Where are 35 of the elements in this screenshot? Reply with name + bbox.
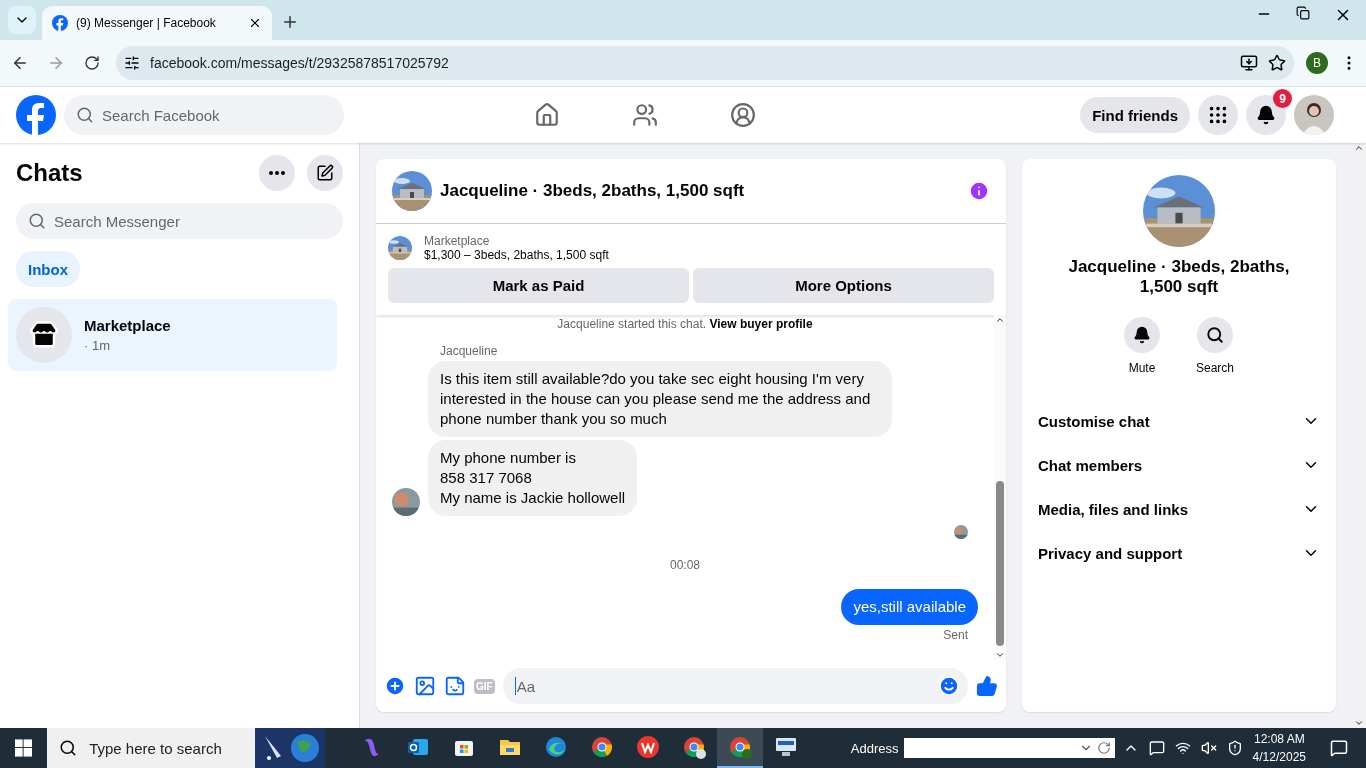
listing-action-button[interactable]: Mark as Paid: [388, 268, 689, 303]
search-field[interactable]: Search Messenger: [16, 203, 343, 239]
taskbar-search[interactable]: Type here to search: [47, 728, 325, 768]
message-bubble: My phone number is 858 317 7068 My name is Jackie hollowell: [428, 440, 638, 516]
profile-avatar[interactable]: B: [1306, 52, 1328, 74]
chat-title: Jacqueline · 3beds, 2baths, 1,500 sqft: [440, 181, 746, 201]
delivery-status: Sent: [943, 628, 968, 642]
timestamp: 00:08: [669, 558, 701, 572]
sender-name: Jacqueline: [440, 344, 499, 358]
address-bar[interactable]: facebook.com/messages/t/29325878517025792: [116, 46, 1294, 80]
filter-tab[interactable]: Inbox: [16, 251, 80, 287]
address-label: Address: [850, 740, 899, 756]
listing-source: Marketplace: [424, 234, 491, 248]
conversation-name: Marketplace: [84, 317, 171, 334]
tab-title: (9) Messenger | Facebook: [76, 16, 217, 30]
buyer-profile-link[interactable]: View buyer profile: [709, 317, 813, 331]
find-friends-button[interactable]: Find friends: [1080, 97, 1190, 133]
listing-action-button[interactable]: More Options: [693, 268, 994, 303]
contact-title: Jacqueline · 3beds, 2baths, 1,500 sqft: [1067, 257, 1291, 297]
conversation-time: · 1m: [84, 338, 111, 353]
system-note: Jacqueline started this chat. View buyer profile: [556, 317, 814, 331]
settings-section[interactable]: Privacy and support: [1038, 531, 1320, 575]
browser-tab[interactable]: (9) Messenger | Facebook: [42, 6, 272, 40]
chats-heading: Chats: [16, 159, 84, 187]
conversation-item[interactable]: Marketplace · 1m: [8, 299, 337, 371]
settings-section[interactable]: Media, files and links: [1038, 487, 1320, 531]
search-field[interactable]: Search Facebook: [64, 95, 344, 135]
notification-badge: 9: [1273, 89, 1292, 108]
settings-section[interactable]: Chat members: [1038, 443, 1320, 487]
message-bubble: yes,still available: [841, 589, 978, 625]
message-input[interactable]: Aa: [502, 668, 968, 704]
listing-summary: $1,300 – 3beds, 2baths, 1,500 sqft: [424, 248, 609, 262]
clock[interactable]: 12:08 AM 4/12/2025: [1252, 730, 1306, 766]
settings-section[interactable]: Customise chat: [1038, 399, 1320, 443]
message-bubble: Is this item still available?do you take sec eight housing I'm very interested in the house can you please send me the address and phone number thank you so much: [428, 361, 892, 437]
